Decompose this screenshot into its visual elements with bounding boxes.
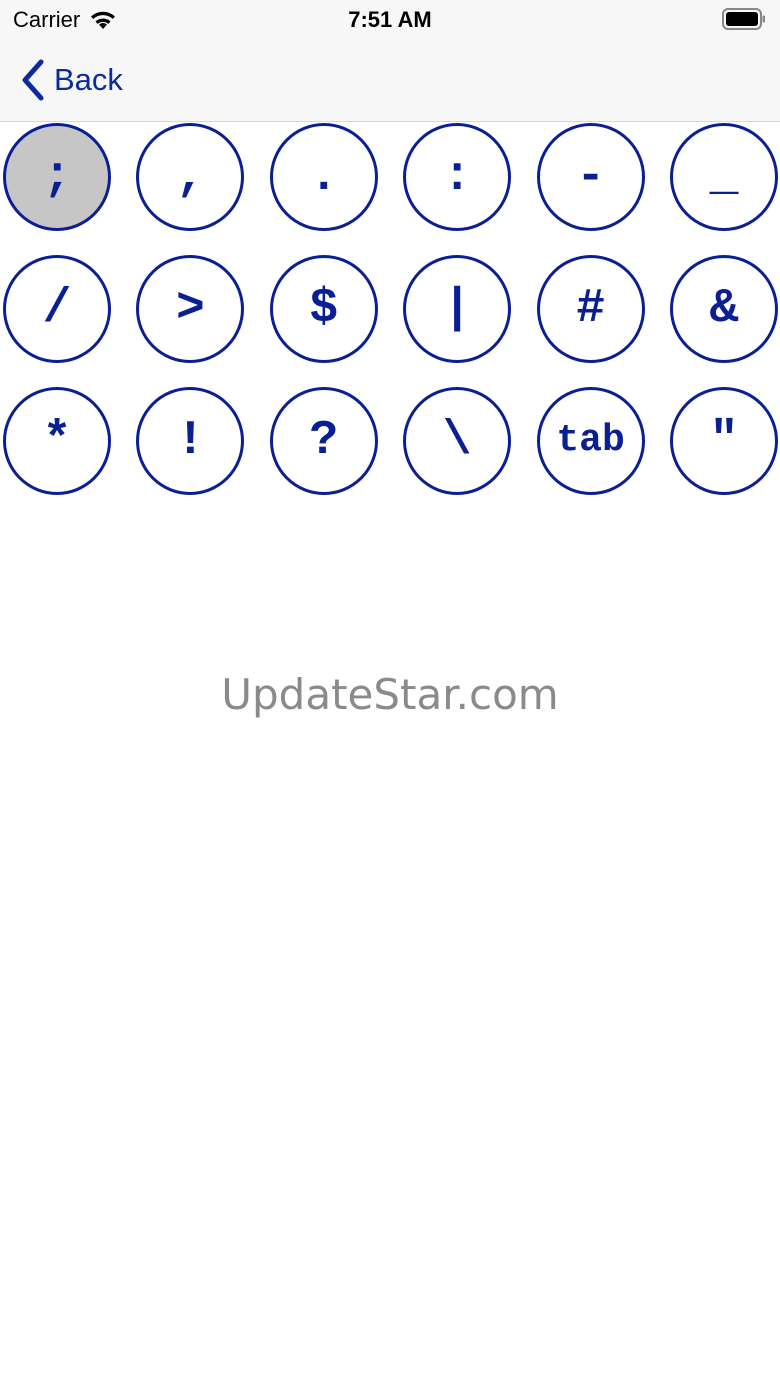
key-button[interactable]: $ [269, 255, 378, 363]
key-button[interactable]: tab [536, 387, 645, 495]
key-button[interactable]: , [136, 123, 245, 231]
chevron-left-icon [22, 59, 44, 101]
navigation-bar: Back [0, 40, 780, 122]
status-bar: Carrier 7:51 AM [0, 0, 780, 40]
key-button[interactable]: " [670, 387, 778, 495]
battery-full-icon [722, 8, 765, 30]
key-button[interactable]: - [536, 123, 645, 231]
key-button[interactable]: & [670, 255, 778, 363]
key-button[interactable]: | [403, 255, 512, 363]
key-button[interactable]: ! [136, 387, 245, 495]
key-button[interactable]: \ [403, 387, 512, 495]
key-button[interactable]: : [403, 123, 512, 231]
key-button[interactable]: . [269, 123, 378, 231]
watermark: UpdateStar.com [221, 670, 559, 719]
key-button[interactable]: > [136, 255, 245, 363]
key-button[interactable]: ; [3, 123, 111, 231]
status-time: 7:51 AM [348, 7, 432, 32]
key-button[interactable]: * [3, 387, 111, 495]
key-button[interactable]: # [536, 255, 645, 363]
key-button[interactable]: / [3, 255, 111, 363]
back-button[interactable]: Back [20, 56, 123, 104]
key-button[interactable]: _ [670, 123, 778, 231]
key-button[interactable]: ? [269, 387, 378, 495]
back-button-label: Back [54, 62, 123, 97]
